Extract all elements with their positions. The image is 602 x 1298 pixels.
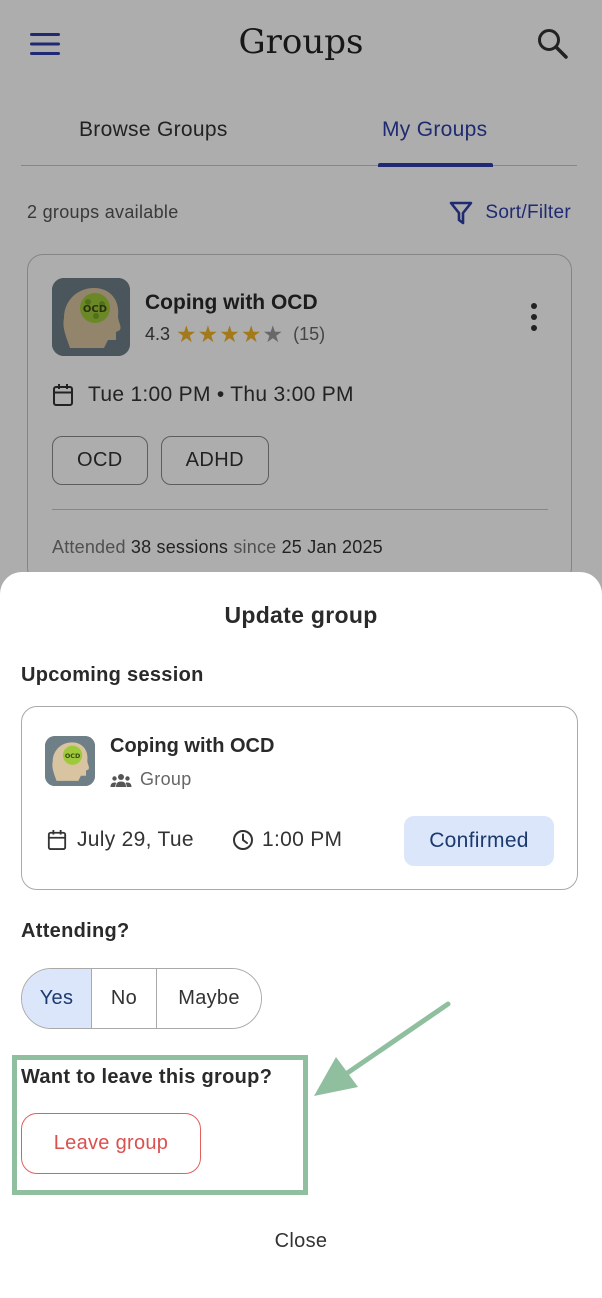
status-badge: Confirmed xyxy=(404,816,554,866)
session-date-text: July 29, Tue xyxy=(77,828,194,851)
sheet-title: Update group xyxy=(224,602,378,628)
clock-icon xyxy=(233,830,253,850)
people-icon xyxy=(110,773,132,787)
session-name: Coping with OCD xyxy=(110,735,275,757)
attend-maybe-option[interactable]: Maybe xyxy=(157,969,261,1028)
session-card: OCD Coping with OCD Group July 29, Tue 1… xyxy=(21,706,578,890)
session-avatar: OCD xyxy=(45,736,95,786)
session-date: July 29, Tue xyxy=(47,828,194,852)
session-time: 1:00 PM xyxy=(232,828,342,852)
attending-label: Attending? xyxy=(21,920,130,942)
annotation-arrow-icon xyxy=(314,1001,451,1096)
avatar-label: OCD xyxy=(65,752,80,760)
attend-no-option[interactable]: No xyxy=(92,969,157,1028)
upcoming-session-label: Upcoming session xyxy=(21,664,204,686)
head-brain-icon: OCD xyxy=(45,736,95,786)
session-type-label: Group xyxy=(140,769,192,789)
attend-yes-option[interactable]: Yes xyxy=(22,969,92,1028)
attendance-toggle: Yes No Maybe xyxy=(21,968,262,1029)
session-time-text: 1:00 PM xyxy=(262,828,343,851)
calendar-icon xyxy=(47,830,67,851)
annotation-highlight-box xyxy=(12,1055,308,1195)
close-button[interactable]: Close xyxy=(0,1230,602,1253)
session-type: Group xyxy=(110,769,192,790)
